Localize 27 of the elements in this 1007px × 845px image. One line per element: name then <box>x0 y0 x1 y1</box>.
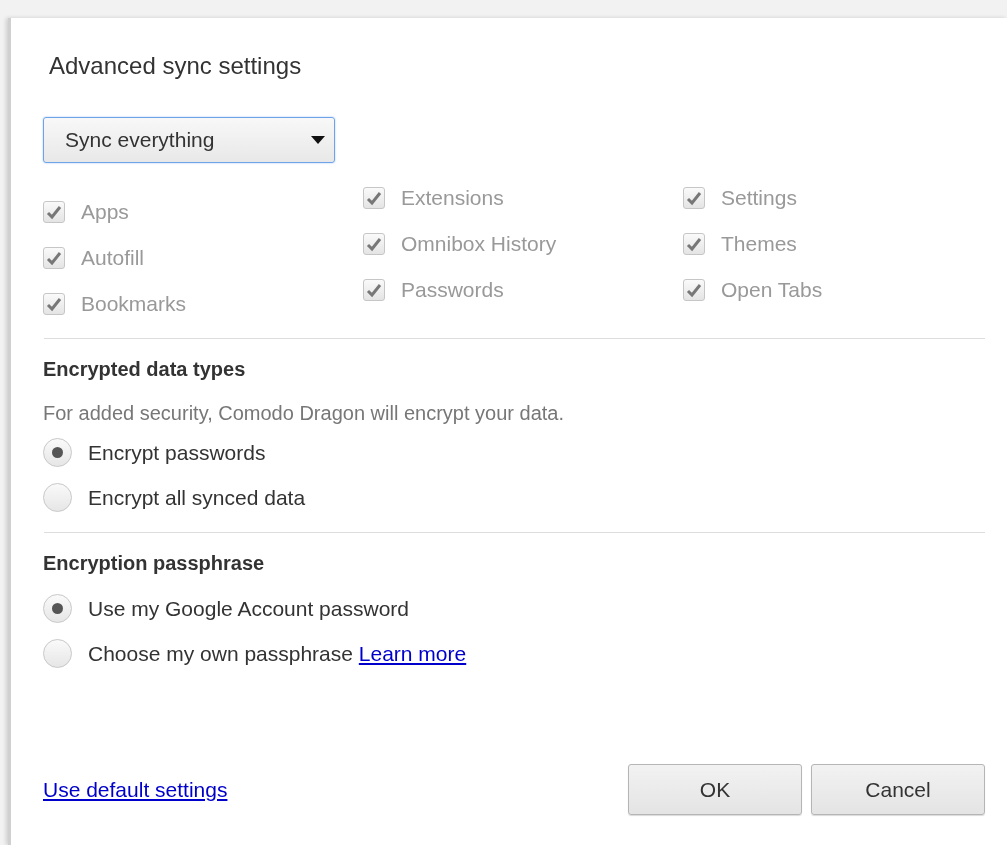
section-heading: Encryption passphrase <box>43 551 266 576</box>
checkbox-label: Autofill <box>81 245 145 271</box>
dialog-title: Advanced sync settings <box>49 51 303 81</box>
radio-label: Use my Google Account password <box>88 595 409 622</box>
default-settings-link[interactable]: Use default settings <box>43 773 228 806</box>
learn-more-link[interactable]: Learn more <box>358 641 467 665</box>
radio-label: Choose my own passphrase Learn more <box>88 640 467 667</box>
sync-dropdown[interactable]: Sync everything <box>43 117 335 163</box>
section-heading: Encrypted data types <box>43 357 247 382</box>
checkbox-label: Themes <box>721 231 797 257</box>
checkbox-label: Open Tabs <box>721 277 823 303</box>
dialog-button[interactable]: Cancel <box>811 764 985 815</box>
dialog-button[interactable]: OK <box>628 764 802 815</box>
checkbox-label: Apps <box>81 199 129 225</box>
checkbox-label: Bookmarks <box>81 291 187 317</box>
checkbox-label: Omnibox History <box>401 231 557 257</box>
radio-label: Encrypt all synced data <box>88 484 306 511</box>
caret-icon <box>311 136 325 144</box>
checkbox-label: Settings <box>721 185 797 211</box>
checkbox-label: Passwords <box>401 277 504 303</box>
radio-button[interactable] <box>43 594 72 623</box>
radio-label: Encrypt passwords <box>88 439 266 466</box>
radio-button[interactable] <box>43 438 72 467</box>
section-description: For added security, Comodo Dragon will encrypt your data. <box>43 401 565 426</box>
radio-button[interactable] <box>43 639 72 668</box>
checkbox-label: Extensions <box>401 185 504 211</box>
radio-button[interactable] <box>43 483 72 512</box>
